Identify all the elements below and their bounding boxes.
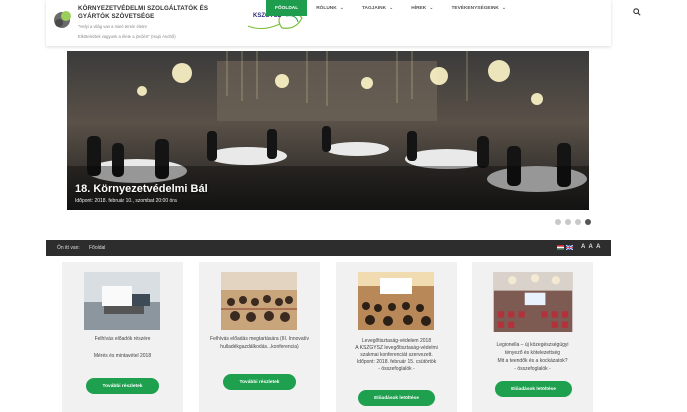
page: KÖRNYEZETVÉDELMI SZOLGÁLTATÓK ÉS GYÁRTÓK… [0,0,687,412]
org-title[interactable]: KÖRNYEZETVÉDELMI SZOLGÁLTATÓK ÉS GYÁRTÓK… [78,5,213,21]
nav-label: RÓLUNK [316,5,337,11]
chevron-down-icon: ⌄ [501,5,507,11]
hero-subtitle: Időpont: 2018. február 10., szombat 20:0… [75,198,177,204]
card-subtitle[interactable]: hulladékgazdálkodás...konferencia) [205,344,314,352]
nav-item-rolunk[interactable]: RÓLUNK ⌄ [307,0,353,16]
slider-dot[interactable] [565,219,571,225]
download-button[interactable]: Előadások letöltése [358,390,435,406]
nav-item-tagjaink[interactable]: TAGJAINK ⌄ [353,0,402,16]
breadcrumb-home-link[interactable]: Főoldal [89,245,105,251]
hero-title[interactable]: 18. Környezetvédelmi Bál [75,183,208,195]
hero-slider[interactable]: 18. Környezetvédelmi Bál Időpont: 2018. … [67,51,589,210]
news-card-3: Levegőtisztaság-védelem 2018 A KSZGYSZ l… [336,262,457,412]
nav-item-hirek[interactable]: HÍREK ⌄ [402,0,442,16]
font-size-controls[interactable]: A A A [581,244,601,250]
news-card-1: Felhívás előadók részére Mérés és mintav… [62,262,183,412]
card-text[interactable]: tényező és kötelezettség [478,350,587,358]
details-button[interactable]: További részletek [223,374,296,390]
language-switcher [557,245,573,250]
search-icon[interactable] [633,8,641,16]
news-card-2: Felhívás előadás megtartására (III. Inno… [199,262,320,412]
card-text: - összefoglalók - [514,366,551,372]
slider-dot-active[interactable] [585,219,591,225]
nav-label: TAGJAINK [361,5,387,11]
slogan-line-1: "Helyi a világ van a mieé terein életre [78,24,147,29]
slider-dot[interactable] [555,219,561,225]
chevron-down-icon: ⌄ [429,5,434,11]
slider-dot[interactable] [575,219,581,225]
card-thumbnail[interactable] [84,272,160,330]
card-title[interactable]: Felhívás előadók részére [68,336,177,344]
card-text: Mit a teendők és a kockázatok? [497,358,568,364]
slider-dots [555,219,591,225]
card-thumbnail[interactable] [489,272,577,332]
card-subtitle: Mérés és mintavétel 2018 [93,353,152,359]
breadcrumb: Ön itt van: Főoldal [46,240,611,256]
nav-item-fooldal[interactable]: FŐOLDAL [266,0,308,16]
chevron-down-icon: ⌄ [339,5,344,11]
main-nav: FŐOLDAL RÓLUNK ⌄ TAGJAINK ⌄ HÍREK ⌄ TEVÉ… [266,0,515,16]
card-text: - összefoglalók - [378,366,415,372]
chevron-down-icon: ⌄ [389,5,394,11]
news-card-4: Legionella – új közegészségügyi tényező … [472,262,593,412]
details-button[interactable]: További részletek [86,378,159,394]
slogan-line-2: Elköteleztek vagyunk a élete a jövőért" … [78,34,176,39]
card-thumbnail[interactable] [221,272,297,330]
nav-item-tevekenysegeink[interactable]: TEVÉKENYSÉGEINK ⌄ [442,0,515,16]
nav-label: TEVÉKENYSÉGEINK [451,5,499,11]
nav-label: FŐOLDAL [275,5,299,11]
card-thumbnail[interactable] [358,272,434,330]
site-header: KÖRNYEZETVÉDELMI SZOLGÁLTATÓK ÉS GYÁRTÓK… [46,0,641,46]
download-button[interactable]: Előadások letöltése [495,381,572,397]
card-title[interactable]: Felhívás előadás megtartására (III. Inno… [205,336,314,344]
english-flag-icon[interactable] [566,245,573,250]
card-title[interactable]: Legionella – új közegészségügyi [478,342,587,350]
hungarian-flag-icon[interactable] [557,245,564,250]
breadcrumb-label: Ön itt van: [57,245,80,251]
nav-label: HÍREK [411,5,427,11]
org-logo-icon[interactable] [53,9,73,29]
